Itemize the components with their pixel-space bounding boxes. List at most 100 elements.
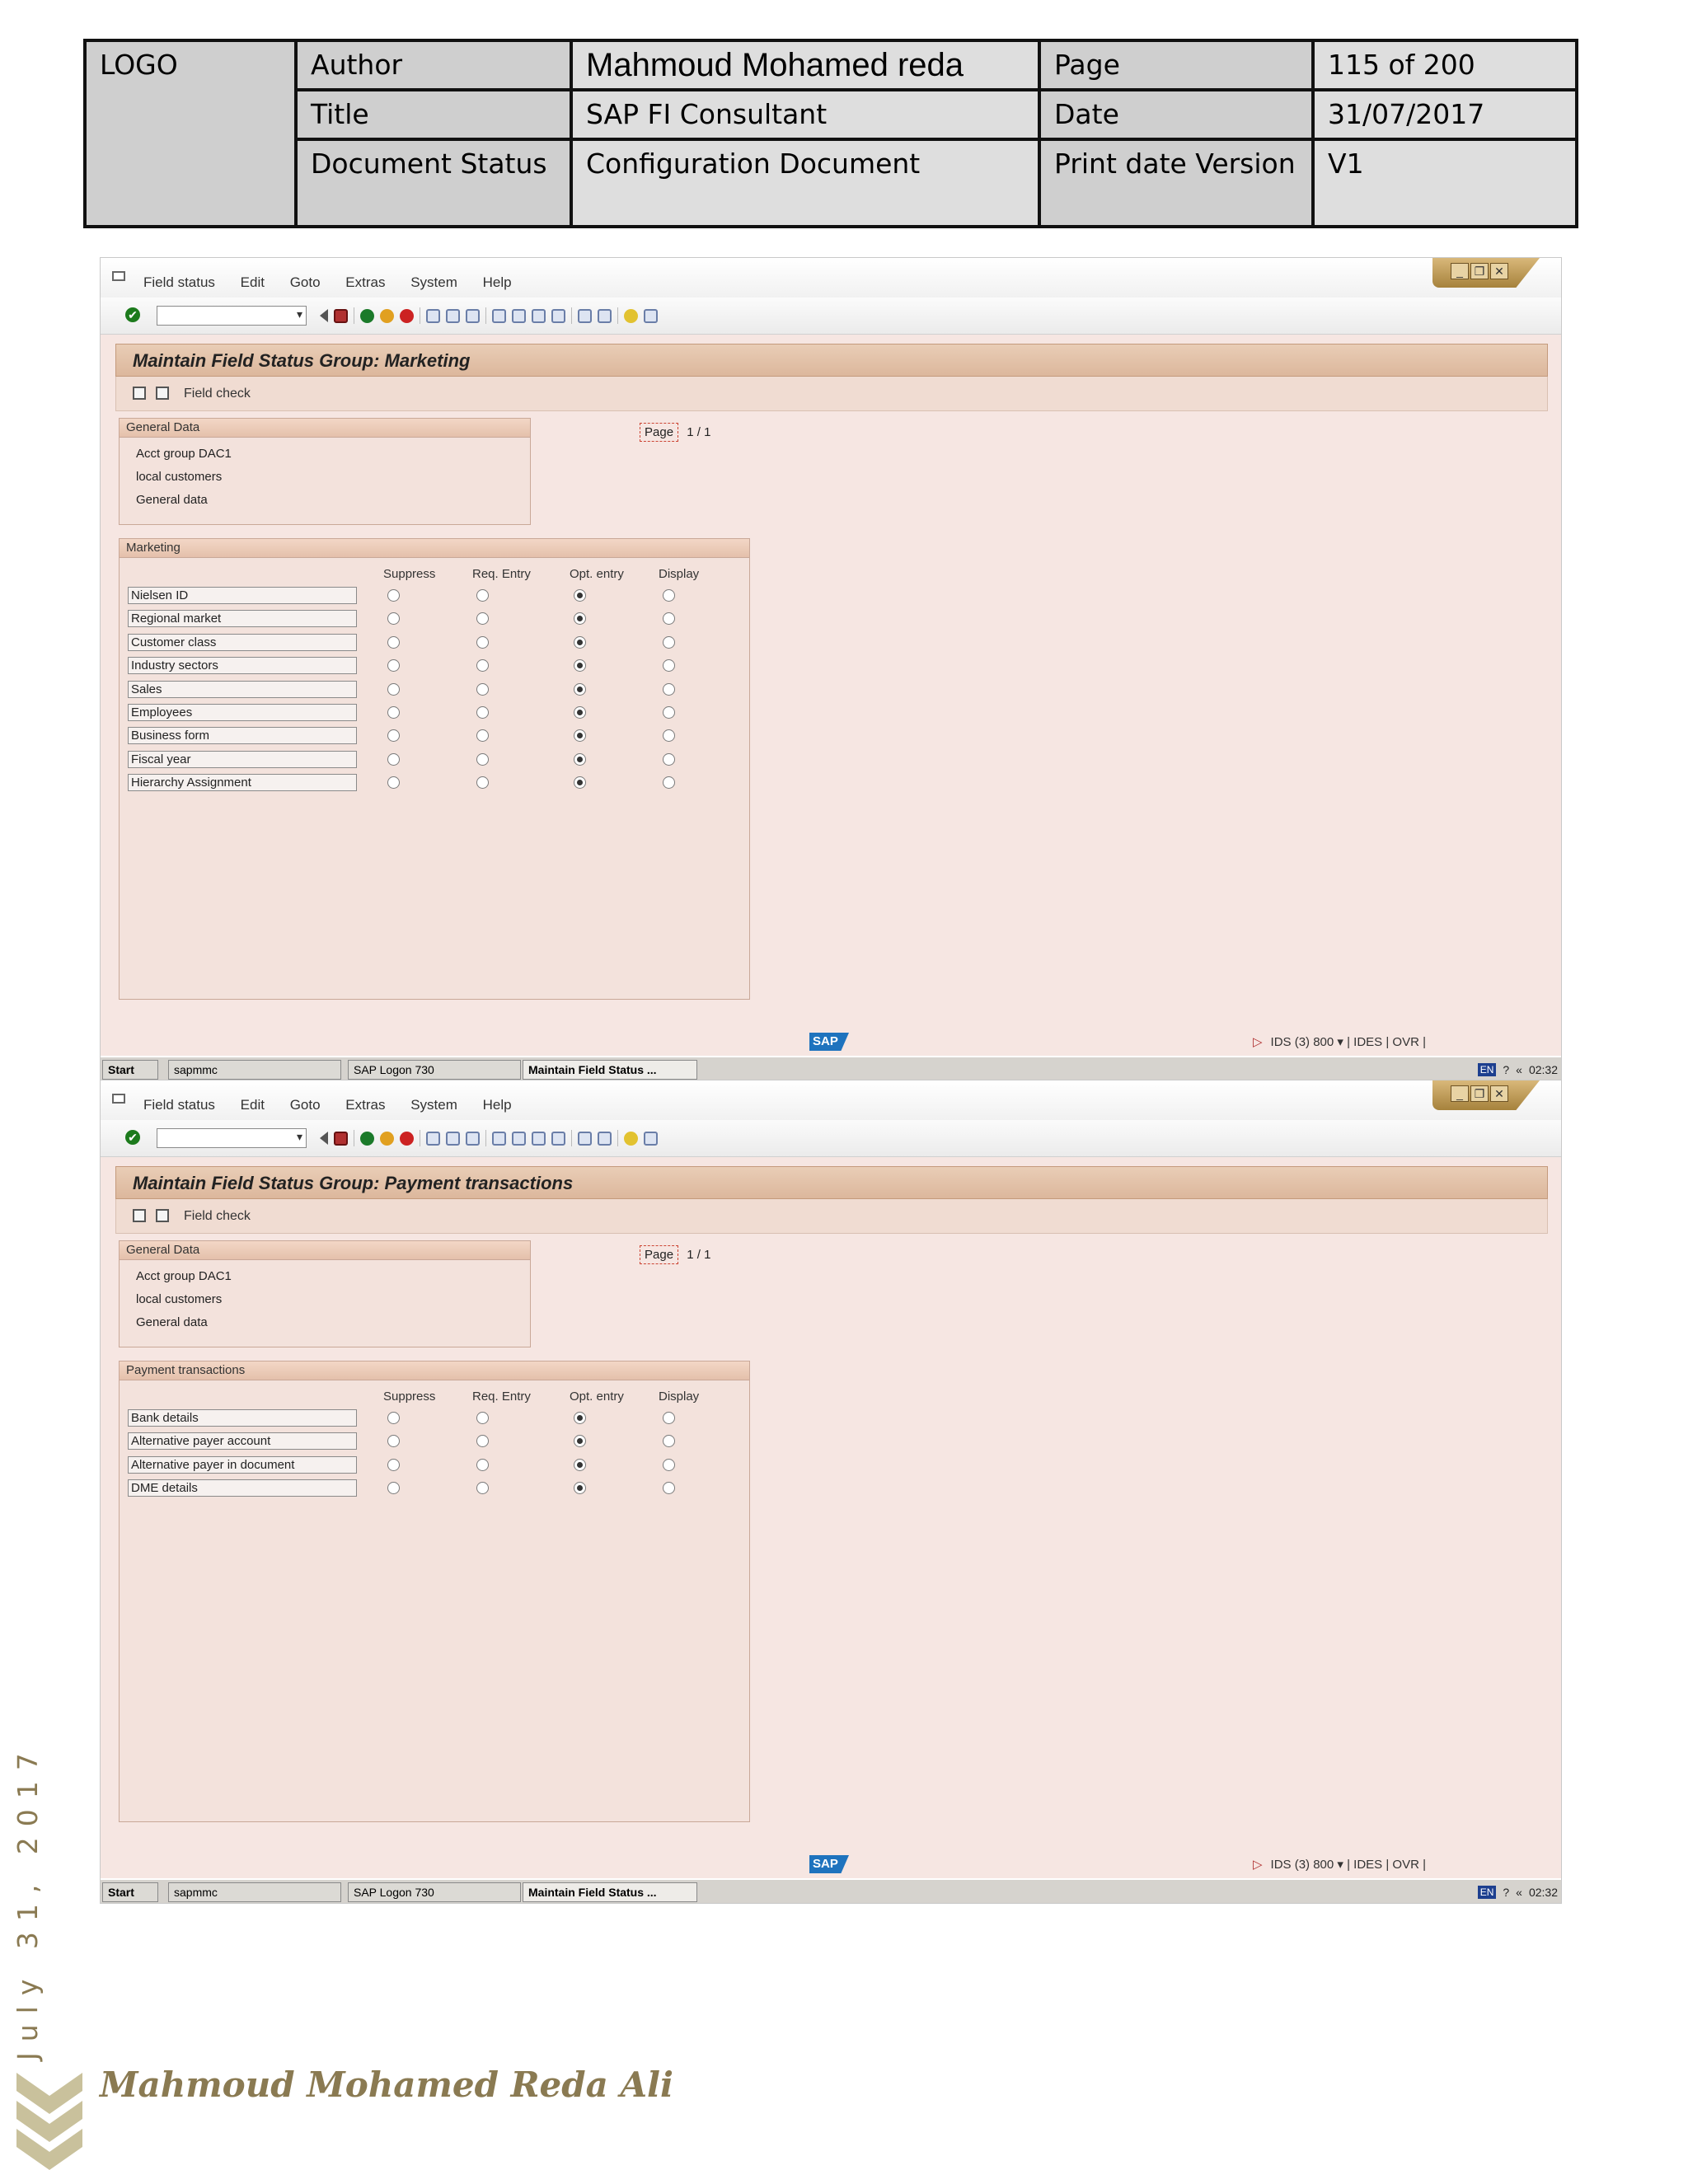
back-arrow-icon[interactable] — [320, 1132, 328, 1145]
menu-field-status[interactable]: Field status — [143, 274, 215, 290]
exit-icon[interactable] — [380, 1131, 394, 1146]
menu-help[interactable]: Help — [483, 1097, 512, 1113]
radio-display[interactable] — [663, 706, 675, 719]
back-icon[interactable] — [360, 1131, 374, 1146]
back-arrow-icon[interactable] — [320, 309, 328, 322]
command-field[interactable] — [157, 306, 307, 326]
start-button[interactable]: Start — [102, 1882, 158, 1902]
next-page-icon[interactable] — [532, 308, 546, 323]
radio-opt[interactable] — [574, 589, 586, 602]
first-page-icon[interactable] — [492, 1131, 506, 1146]
save-layout-icon[interactable] — [133, 387, 146, 400]
menu-field-status[interactable]: Field status — [143, 1097, 215, 1113]
radio-opt[interactable] — [574, 729, 586, 743]
menu-extras[interactable]: Extras — [345, 1097, 385, 1113]
radio-suppress[interactable] — [387, 635, 400, 649]
radio-suppress[interactable] — [387, 612, 400, 626]
taskbar-item-maintain-field-status[interactable]: Maintain Field Status ... — [523, 1882, 697, 1902]
radio-display[interactable] — [663, 635, 675, 649]
radio-opt[interactable] — [574, 659, 586, 673]
taskbar-item-sap-logon[interactable]: SAP Logon 730 — [348, 1060, 521, 1080]
restore-icon[interactable]: ❐ — [1470, 263, 1489, 279]
radio-opt[interactable] — [574, 706, 586, 719]
radio-opt[interactable] — [574, 1412, 586, 1424]
back-icon[interactable] — [360, 308, 374, 323]
radio-suppress[interactable] — [387, 589, 400, 602]
save-layout-icon[interactable] — [133, 1209, 146, 1222]
close-icon[interactable]: ✕ — [1490, 263, 1508, 279]
radio-suppress[interactable] — [387, 752, 400, 766]
minimize-icon[interactable]: _ — [1451, 263, 1469, 279]
new-session-icon[interactable] — [578, 1131, 592, 1146]
field-check-button[interactable]: Field check — [184, 387, 251, 401]
radio-suppress[interactable] — [387, 729, 400, 743]
radio-req[interactable] — [476, 706, 489, 719]
minimize-icon[interactable]: _ — [1451, 1085, 1469, 1102]
menu-goto[interactable]: Goto — [290, 1097, 321, 1113]
radio-suppress[interactable] — [387, 706, 400, 719]
menu-help[interactable]: Help — [483, 274, 512, 290]
next-page-icon[interactable] — [532, 1131, 546, 1146]
radio-req[interactable] — [476, 1435, 489, 1448]
print-icon[interactable] — [426, 1131, 440, 1146]
display-icon[interactable] — [156, 387, 169, 400]
radio-opt[interactable] — [574, 776, 586, 790]
help-tray-icon[interactable]: ? — [1503, 1886, 1509, 1899]
command-field[interactable] — [157, 1128, 307, 1148]
radio-suppress[interactable] — [387, 659, 400, 673]
radio-req[interactable] — [476, 729, 489, 743]
layout-menu-icon[interactable] — [644, 308, 658, 323]
language-indicator[interactable]: EN — [1477, 1063, 1497, 1076]
radio-opt[interactable] — [574, 612, 586, 626]
field-check-button[interactable]: Field check — [184, 1209, 251, 1224]
page-button[interactable]: Page — [640, 1245, 679, 1264]
radio-display[interactable] — [663, 612, 675, 626]
layout-menu-icon[interactable] — [644, 1131, 658, 1146]
cancel-icon[interactable] — [400, 1131, 414, 1146]
radio-opt[interactable] — [574, 1458, 586, 1471]
language-indicator[interactable]: EN — [1477, 1886, 1497, 1899]
cancel-icon[interactable] — [400, 308, 414, 323]
system-menu-icon[interactable] — [112, 271, 125, 281]
find-icon[interactable] — [446, 1131, 460, 1146]
radio-req[interactable] — [476, 752, 489, 766]
network-icon[interactable]: « — [1516, 1886, 1522, 1899]
play-icon[interactable]: ▷ — [1253, 1035, 1263, 1049]
radio-display[interactable] — [663, 776, 675, 790]
radio-req[interactable] — [476, 612, 489, 626]
radio-opt[interactable] — [574, 635, 586, 649]
radio-req[interactable] — [476, 1412, 489, 1424]
taskbar-item-sapmmc[interactable]: sapmmc — [168, 1060, 341, 1080]
radio-display[interactable] — [663, 589, 675, 602]
menu-extras[interactable]: Extras — [345, 274, 385, 290]
radio-req[interactable] — [476, 659, 489, 673]
help-icon[interactable] — [624, 1131, 638, 1146]
radio-suppress[interactable] — [387, 682, 400, 696]
exit-icon[interactable] — [380, 308, 394, 323]
menu-system[interactable]: System — [410, 274, 457, 290]
play-icon[interactable]: ▷ — [1253, 1858, 1263, 1872]
enter-check-icon[interactable]: ✔ — [125, 1130, 140, 1145]
menu-edit[interactable]: Edit — [241, 274, 265, 290]
radio-display[interactable] — [663, 1435, 675, 1448]
radio-suppress[interactable] — [387, 776, 400, 790]
radio-req[interactable] — [476, 682, 489, 696]
radio-req[interactable] — [476, 776, 489, 790]
menu-edit[interactable]: Edit — [241, 1097, 265, 1113]
radio-req[interactable] — [476, 1482, 489, 1495]
find-icon[interactable] — [446, 308, 460, 323]
previous-page-icon[interactable] — [512, 308, 526, 323]
radio-display[interactable] — [663, 659, 675, 673]
shortcut-icon[interactable] — [598, 1131, 612, 1146]
save-icon[interactable] — [334, 1131, 348, 1146]
print-icon[interactable] — [426, 308, 440, 323]
radio-display[interactable] — [663, 729, 675, 743]
save-icon[interactable] — [334, 308, 348, 323]
menu-system[interactable]: System — [410, 1097, 457, 1113]
radio-req[interactable] — [476, 589, 489, 602]
enter-check-icon[interactable]: ✔ — [125, 307, 140, 322]
system-status-text[interactable]: IDS (3) 800 ▾ | IDES | OVR | — [1271, 1858, 1426, 1872]
page-button[interactable]: Page — [640, 423, 679, 442]
last-page-icon[interactable] — [551, 308, 565, 323]
shortcut-icon[interactable] — [598, 308, 612, 323]
